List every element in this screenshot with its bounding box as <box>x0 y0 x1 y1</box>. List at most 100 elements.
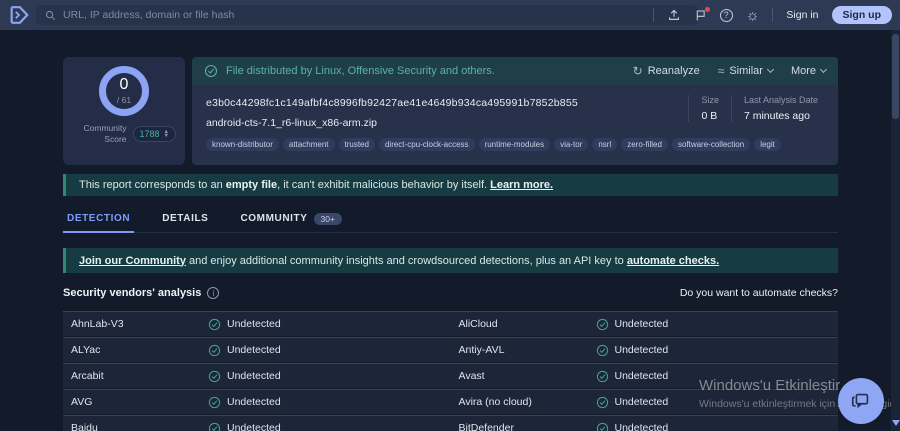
notifications-flag-icon[interactable] <box>694 9 707 22</box>
empty-file-emphasis: empty file <box>226 179 277 191</box>
file-meta: Size 0 B Last Analysis Date 7 minutes ag… <box>688 95 830 122</box>
file-size-block: Size 0 B <box>688 95 731 122</box>
tag-chip[interactable]: trusted <box>339 138 375 151</box>
vendor-name: Avira (no cloud) <box>459 396 596 408</box>
tag-chip[interactable]: software-collection <box>672 138 750 151</box>
vendor-name: Antiy-AVL <box>459 344 596 356</box>
similar-button[interactable]: ≈Similar <box>718 64 773 78</box>
vendor-status: Undetected <box>596 396 669 409</box>
join-community-banner: Join our Community and enjoy additional … <box>63 248 838 273</box>
vendor-cell: Antiy-AVL Undetected <box>451 344 839 357</box>
vote-down-icon[interactable]: ▼ <box>164 134 169 138</box>
file-actions: ↻Reanalyze ≈Similar More <box>633 64 826 78</box>
tag-chip[interactable]: nsrl <box>592 138 617 151</box>
sign-in-link[interactable]: Sign in <box>786 9 818 21</box>
check-circle-icon <box>204 64 218 78</box>
tag-chip[interactable]: direct-cpu-clock-access <box>379 138 475 151</box>
search-bar[interactable] <box>36 5 698 25</box>
tab-details[interactable]: DETAILS <box>158 206 212 233</box>
check-circle-icon <box>208 370 221 383</box>
distribution-notice: File distributed by Linux, Offensive Sec… <box>226 65 625 77</box>
vendor-name: Arcabit <box>71 370 208 382</box>
reanalyze-icon: ↻ <box>633 64 643 78</box>
size-value: 0 B <box>701 110 719 122</box>
report-tabs: DETECTION DETAILS COMMUNITY30+ <box>63 206 838 233</box>
vendor-status: Undetected <box>208 318 281 331</box>
vendor-cell: AVG Undetected <box>63 396 451 409</box>
vote-steppers: ▲ ▼ <box>164 130 169 138</box>
tag-chip[interactable]: zero-filled <box>621 138 668 151</box>
vendor-name: BitDefender <box>459 422 596 431</box>
detection-score-ring: 0 / 61 <box>99 66 149 116</box>
vendor-name: AliCloud <box>459 318 596 330</box>
automate-checks-question-link[interactable]: Do you want to automate checks? <box>680 287 838 299</box>
scrollbar-down-arrow-icon[interactable] <box>892 420 900 426</box>
scrollbar[interactable] <box>891 30 900 431</box>
community-count-badge: 30+ <box>314 213 342 225</box>
vendor-name: ALYac <box>71 344 208 356</box>
check-circle-icon <box>596 344 609 357</box>
scrollbar-thumb[interactable] <box>892 34 899 119</box>
community-score-label: Community Score <box>84 123 127 145</box>
last-analysis-block: Last Analysis Date 7 minutes ago <box>731 95 830 122</box>
tab-detection[interactable]: DETECTION <box>63 206 134 233</box>
virustotal-logo-icon[interactable] <box>8 4 30 26</box>
vendor-name: AhnLab-V3 <box>71 318 208 330</box>
detections-count: 0 <box>120 77 129 93</box>
vendor-cell: Baidu Undetected <box>63 422 451 431</box>
tag-chip[interactable]: legit <box>754 138 781 151</box>
automate-checks-link[interactable]: automate checks. <box>627 255 719 267</box>
sign-up-button[interactable]: Sign up <box>832 6 893 24</box>
reanalyze-button[interactable]: ↻Reanalyze <box>633 64 700 78</box>
vendor-cell: BitDefender Undetected <box>451 422 839 431</box>
notice-text: This report corresponds to an <box>79 179 226 191</box>
similar-icon: ≈ <box>718 64 725 78</box>
table-row: Baidu Undetected BitDefender Undetected <box>63 415 838 431</box>
tag-chip[interactable]: runtime-modules <box>479 138 551 151</box>
feedback-chat-button[interactable] <box>838 378 884 424</box>
vendor-status: Undetected <box>596 344 669 357</box>
check-circle-icon <box>596 318 609 331</box>
vendor-status: Undetected <box>208 344 281 357</box>
vendor-status: Undetected <box>208 422 281 431</box>
table-row: ALYac Undetected Antiy-AVL Undetected <box>63 337 838 362</box>
tag-chip[interactable]: via-tor <box>554 138 588 151</box>
upload-icon[interactable] <box>667 8 681 22</box>
join-community-link[interactable]: Join our Community <box>79 255 186 267</box>
check-circle-icon <box>596 396 609 409</box>
check-circle-icon <box>208 396 221 409</box>
vendor-status: Undetected <box>208 370 281 383</box>
vendors-table: AhnLab-V3 Undetected AliCloud Undetected… <box>63 311 838 431</box>
vendor-name: AVG <box>71 396 208 408</box>
vendor-status: Undetected <box>596 370 669 383</box>
help-icon[interactable]: ? <box>720 9 733 22</box>
chat-bubbles-icon <box>850 390 872 412</box>
distribution-banner: File distributed by Linux, Offensive Sec… <box>192 57 838 85</box>
last-analysis-value: 7 minutes ago <box>744 110 818 122</box>
top-navbar: ? ☼ Sign in Sign up <box>0 0 900 30</box>
notification-dot <box>705 7 710 12</box>
vendor-name: Baidu <box>71 422 208 431</box>
vendor-status: Undetected <box>208 396 281 409</box>
tag-chip[interactable]: known-distributor <box>206 138 279 151</box>
vendor-cell: Arcabit Undetected <box>63 370 451 383</box>
tab-community[interactable]: COMMUNITY30+ <box>236 206 345 233</box>
table-row: AhnLab-V3 Undetected AliCloud Undetected <box>63 311 838 336</box>
check-circle-icon <box>208 344 221 357</box>
search-input[interactable] <box>63 9 689 21</box>
theme-toggle-icon[interactable]: ☼ <box>746 8 760 23</box>
community-votes-pill[interactable]: 1788 ▲ ▼ <box>133 126 176 142</box>
vendor-cell: ALYac Undetected <box>63 344 451 357</box>
vendor-status: Undetected <box>596 422 669 431</box>
community-votes-value: 1788 <box>140 129 160 139</box>
file-info-card: File distributed by Linux, Offensive Sec… <box>192 57 838 165</box>
info-icon[interactable]: i <box>207 287 219 299</box>
learn-more-link[interactable]: Learn more. <box>490 179 553 191</box>
check-circle-icon <box>596 370 609 383</box>
more-button[interactable]: More <box>791 65 826 77</box>
tag-chip[interactable]: attachment <box>283 138 335 151</box>
detection-score-card: 0 / 61 Community Score 1788 ▲ ▼ <box>63 57 185 165</box>
empty-file-notice: This report corresponds to an empty file… <box>63 174 838 196</box>
notice-text: , it can't exhibit malicious behavior by… <box>277 179 490 191</box>
vendors-analysis-title: Security vendors' analysis i <box>63 287 219 299</box>
